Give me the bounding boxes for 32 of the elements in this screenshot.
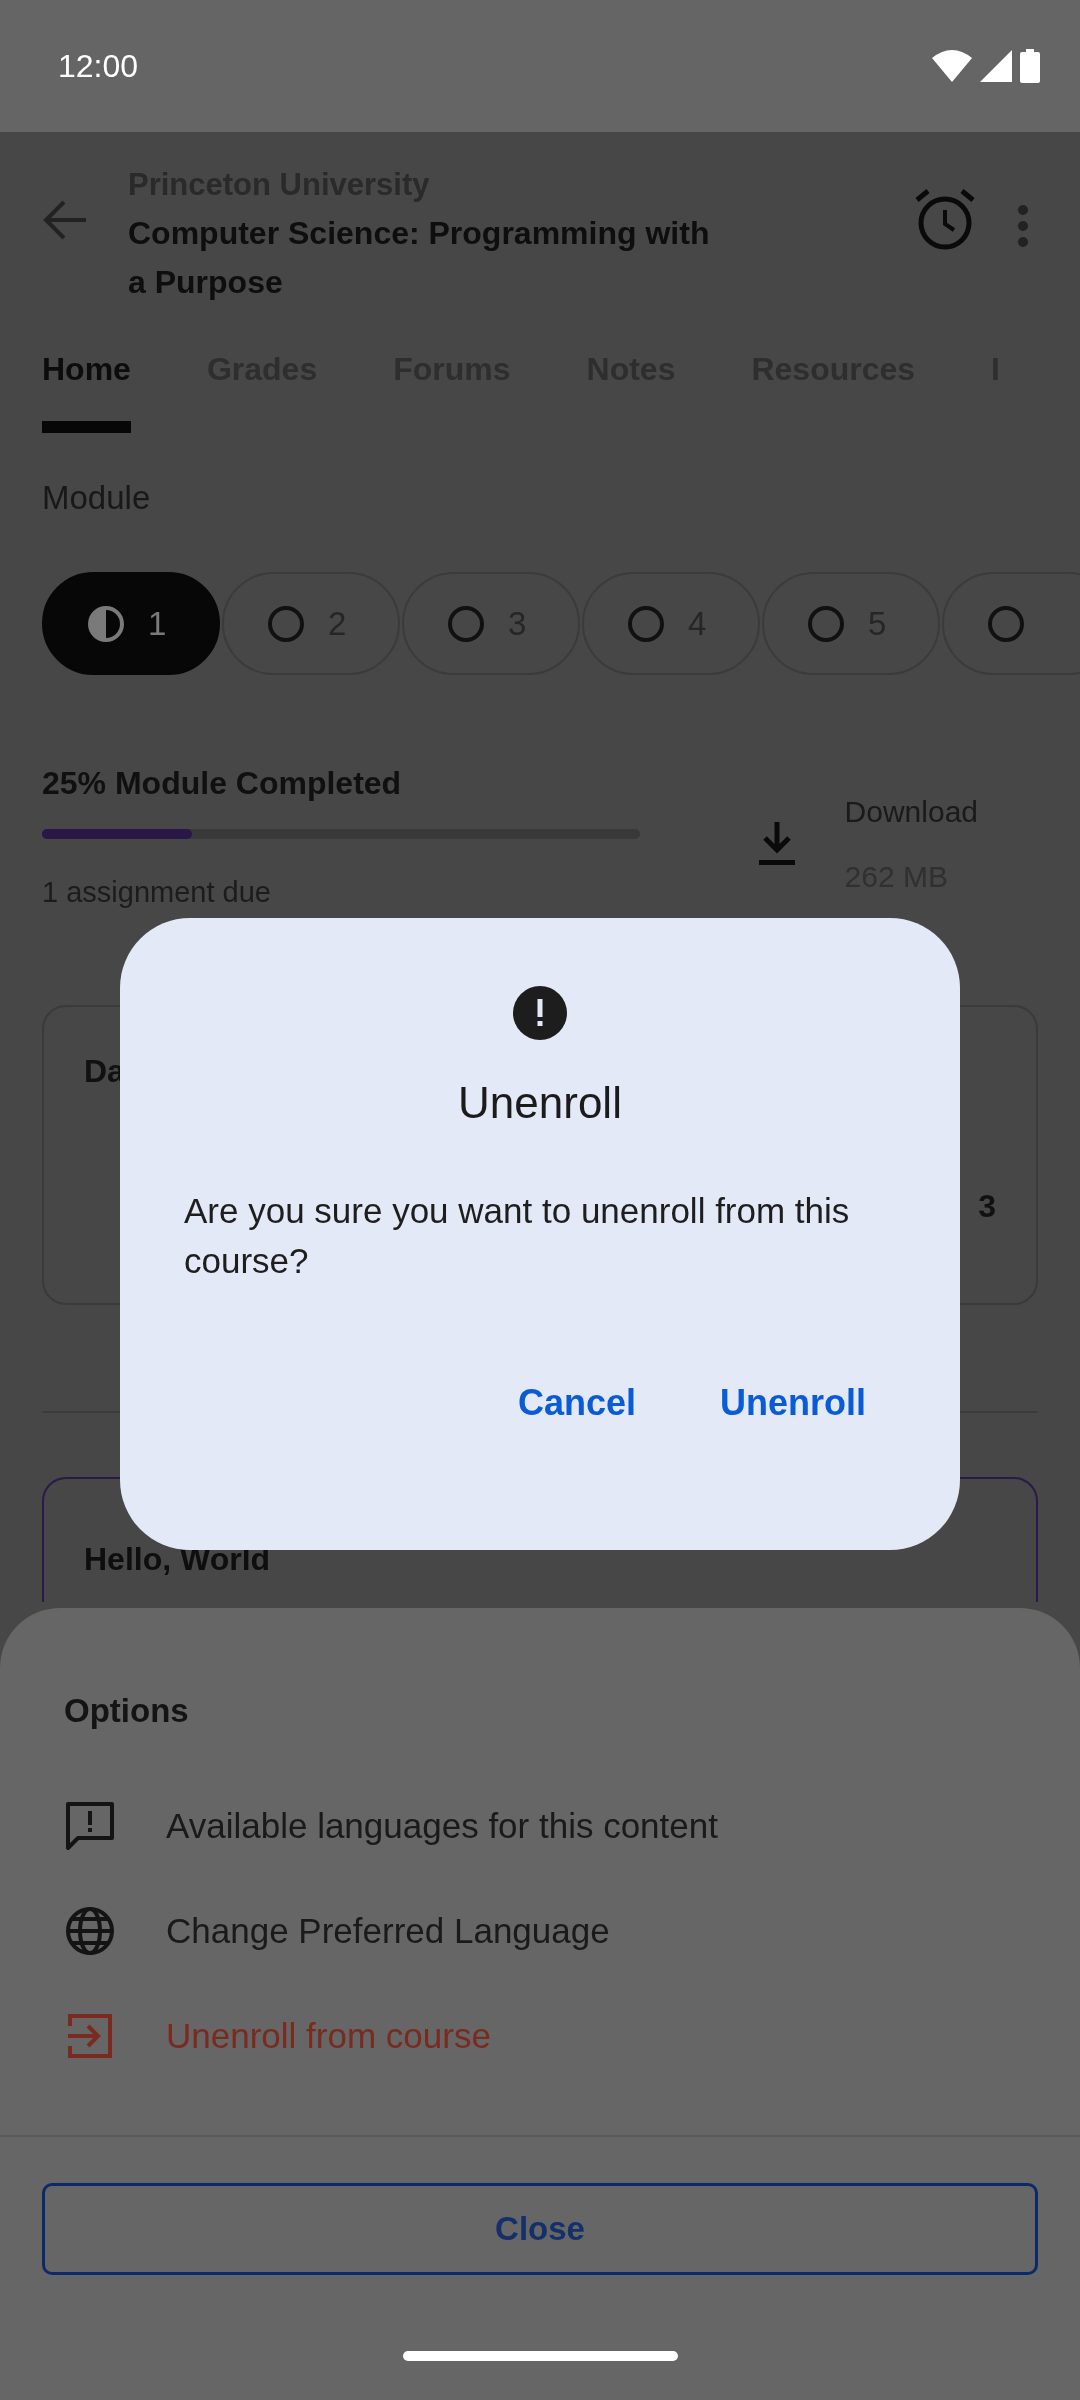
progress-circle-icon	[446, 603, 486, 644]
alarm-clock-icon[interactable]	[914, 188, 976, 250]
course-title: Computer Science: Programming with a Purpose	[128, 213, 711, 302]
progress-circle-icon	[986, 603, 1026, 644]
module-chip[interactable]	[942, 572, 1080, 675]
module-chip[interactable]: 1	[42, 572, 220, 675]
signal-icon	[980, 50, 1012, 82]
progress-title: 25% Module Completed	[42, 764, 403, 803]
home-indicator[interactable]	[402, 2350, 678, 2361]
progress-circle-icon	[806, 603, 846, 644]
more-options-icon[interactable]	[1016, 204, 1030, 248]
alert-icon	[513, 986, 567, 1040]
back-arrow-icon[interactable]	[42, 200, 88, 240]
globe-icon	[64, 1905, 116, 1957]
wifi-icon	[932, 50, 972, 82]
dialog-button[interactable]: Cancel	[517, 1376, 636, 1430]
menu-item[interactable]: Change Preferred Language	[0, 1878, 1080, 1984]
dialog-button[interactable]: Unenroll	[720, 1376, 866, 1430]
dialog-message: Are you sure you want to unenroll from this course?	[184, 1190, 851, 1282]
dialog-title: Unenroll	[458, 1078, 622, 1127]
progress-circle-icon	[626, 603, 666, 644]
progress-circle-icon	[86, 603, 126, 644]
close-button[interactable]: Close	[42, 2182, 1038, 2275]
menu-item[interactable]: Unenroll from course	[0, 1983, 1080, 2089]
feedback-icon	[64, 1800, 116, 1852]
battery-icon	[1020, 49, 1040, 83]
download-icon[interactable]	[756, 819, 797, 868]
tab[interactable]: Home	[42, 344, 131, 433]
menu-item[interactable]: Available languages for this content	[0, 1773, 1080, 1879]
status-time: 12:00	[58, 47, 139, 86]
sheet-title: Options	[64, 1692, 189, 1729]
progress-circle-icon	[266, 603, 306, 644]
